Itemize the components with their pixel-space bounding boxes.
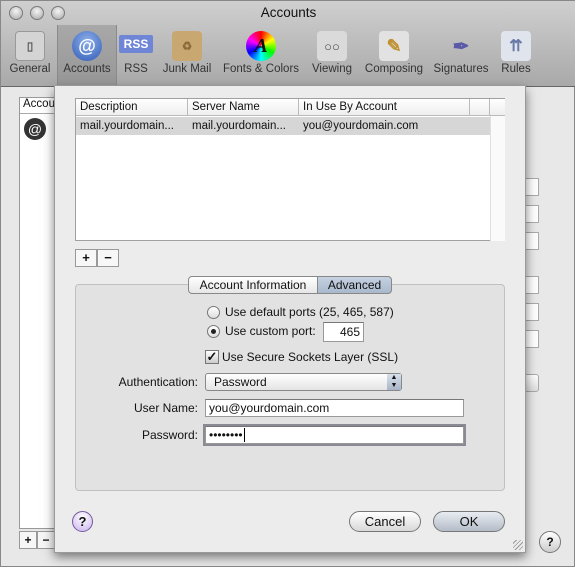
add-account-button[interactable]: + (19, 531, 37, 549)
account-at-icon[interactable]: @ (24, 118, 46, 140)
toolbar-fonts-colors[interactable]: A Fonts & Colors (219, 25, 303, 85)
toolbar-junk-mail[interactable]: ♻ Junk Mail (157, 25, 217, 85)
custom-port-input[interactable]: 465 (323, 322, 364, 342)
toolbar-label: Composing (364, 63, 424, 75)
toolbar-label: Viewing (311, 63, 353, 75)
ssl-checkbox[interactable]: ✓ (205, 350, 219, 364)
column-header-in-use-by-account[interactable]: In Use By Account (299, 99, 470, 116)
help-button[interactable]: ? (539, 531, 561, 553)
authentication-value: Password (214, 375, 267, 389)
preferences-window: Accounts ▯ General @ Accounts RSS RSS ♻ … (0, 0, 575, 567)
window-title: Accounts (260, 5, 317, 20)
custom-port-radio[interactable] (207, 325, 220, 338)
pen-icon: ✒ (452, 35, 470, 58)
remove-server-button[interactable]: − (97, 249, 119, 267)
toolbar-accounts[interactable]: @ Accounts (57, 25, 117, 85)
authentication-popup[interactable]: Password ▲ ▼ (205, 373, 402, 391)
ssl-label: Use Secure Sockets Layer (SSL) (222, 350, 399, 364)
toolbar-rules[interactable]: ⇈ Rules (495, 25, 537, 85)
authentication-label: Authentication: (118, 375, 198, 389)
accounts-list[interactable]: Accounts @ (19, 97, 59, 529)
junk-bag-icon: ♻ (172, 31, 202, 61)
tab-account-information[interactable]: Account Information (188, 276, 318, 294)
custom-port-label: Use custom port: (225, 324, 316, 338)
column-header-empty (470, 99, 490, 116)
toolbar-label: Fonts & Colors (222, 63, 300, 75)
column-header-server-name[interactable]: Server Name (188, 99, 299, 116)
at-icon: @ (72, 31, 102, 61)
toolbar-label: Junk Mail (162, 63, 212, 75)
password-value: •••••••• (209, 428, 243, 442)
toolbar-label: Rules (501, 63, 531, 75)
cancel-button[interactable]: Cancel (349, 511, 421, 532)
add-server-button[interactable]: + (75, 249, 97, 267)
column-header-corner (490, 99, 505, 116)
toolbar-label: Accounts (63, 63, 111, 75)
password-label: Password: (141, 428, 198, 442)
column-header-description[interactable]: Description (76, 99, 188, 116)
title-bar: Accounts ▯ General @ Accounts RSS RSS ♻ … (1, 1, 575, 87)
password-input[interactable]: •••••••• (205, 426, 464, 444)
toolbar-viewing[interactable]: ○○ Viewing (307, 25, 357, 85)
toolbar-general[interactable]: ▯ General (5, 25, 55, 85)
switch-icon: ▯ (15, 31, 45, 61)
pencil-paper-icon: ✎ (379, 31, 409, 61)
ok-button[interactable]: OK (433, 511, 505, 532)
smtp-server-sheet: Description Server Name In Use By Accoun… (54, 86, 526, 553)
resize-grip-icon[interactable] (513, 540, 523, 550)
font-color-wheel-icon: A (246, 31, 276, 61)
username-input[interactable]: you@yourdomain.com (205, 399, 464, 417)
cell-in-use-by: you@yourdomain.com (303, 120, 419, 132)
toolbar-signatures[interactable]: ✒ Signatures (431, 25, 491, 85)
accounts-list-header: Accounts (20, 98, 58, 114)
remove-account-button[interactable]: − (37, 531, 55, 549)
toolbar-composing[interactable]: ✎ Composing (361, 25, 427, 85)
tab-advanced[interactable]: Advanced (318, 276, 392, 294)
toolbar-label: General (9, 63, 51, 75)
toolbar-rss[interactable]: RSS RSS (117, 25, 155, 85)
toolbar-label: Signatures (433, 63, 489, 75)
text-cursor (243, 428, 245, 442)
sheet-help-button[interactable]: ? (72, 511, 93, 532)
glasses-icon: ○○ (317, 31, 347, 61)
table-scrollbar[interactable] (490, 116, 505, 241)
cell-server-name: mail.yourdomain... (192, 120, 286, 132)
default-ports-label: Use default ports (25, 465, 587) (225, 305, 394, 319)
rss-icon: RSS (119, 35, 153, 53)
toolbar-label: RSS (124, 63, 148, 75)
rules-arrows-icon: ⇈ (501, 31, 531, 61)
cell-description: mail.yourdomain... (80, 120, 174, 132)
username-label: User Name: (133, 401, 198, 415)
popup-arrows-icon: ▲ ▼ (387, 374, 401, 390)
default-ports-radio[interactable] (207, 306, 220, 319)
table-row[interactable]: mail.yourdomain... mail.yourdomain... yo… (76, 117, 490, 135)
smtp-server-table[interactable]: Description Server Name In Use By Accoun… (75, 98, 505, 241)
